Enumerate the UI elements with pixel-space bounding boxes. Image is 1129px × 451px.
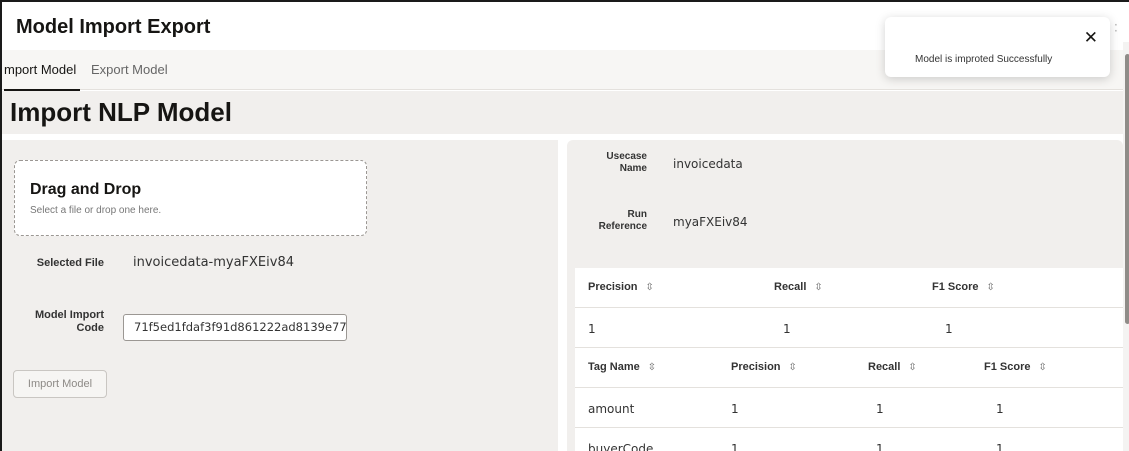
section-title: Import NLP Model [10, 97, 232, 127]
column-header-label: Precision [731, 361, 781, 373]
run-label-line2: Reference [598, 221, 647, 232]
table-header-row: Tag Name ⇳ Precision ⇳ Recall ⇳ F1 Score ⇳ [575, 348, 1123, 388]
selected-file-label: Selected File [36, 257, 104, 269]
table-header-row: Precision ⇳ Recall ⇳ F1 Score ⇳ [575, 268, 1123, 308]
column-header-tag-name: Tag Name ⇳ [588, 361, 656, 373]
sort-icon[interactable]: ⇳ [646, 282, 654, 293]
sort-icon[interactable]: ⇳ [986, 282, 994, 293]
usecase-name-label: Usecase Name [587, 151, 647, 175]
model-import-code-input[interactable]: 71f5ed1fdaf3f91d861222ad8139e7707 [123, 314, 347, 341]
code-label-line1: Model Import [34, 309, 104, 321]
table-cell: 1 [588, 322, 596, 336]
sort-icon[interactable]: ⇳ [1038, 362, 1046, 373]
table-cell: 1 [876, 442, 884, 451]
success-toast: ✕ Model is improted Successfully [885, 17, 1110, 77]
sort-icon[interactable]: ⇳ [789, 362, 797, 373]
app-frame: Model Import Export mport Model Export M… [0, 0, 1129, 451]
table-cell: amount [588, 402, 635, 416]
code-label-line2: Code [76, 322, 105, 334]
column-header-f1-score: F1 Score ⇳ [984, 361, 1047, 373]
column-header-label: F1 Score [984, 361, 1031, 373]
table-row: 1 1 1 [575, 308, 1123, 348]
page-title: Model Import Export [16, 16, 211, 38]
column-header-precision: Precision ⇳ [731, 361, 797, 373]
table-cell: 1 [996, 442, 1004, 451]
close-icon[interactable]: ✕ [1084, 28, 1098, 48]
table-cell: 1 [945, 322, 953, 336]
sort-icon[interactable]: ⇳ [814, 282, 822, 293]
selected-file-value: invoicedata-myaFXEiv84 [133, 255, 294, 270]
tab-export-model[interactable]: Export Model [91, 62, 168, 77]
dropzone-title: Drag and Drop [30, 181, 142, 198]
dropzone-subtitle: Select a file or drop one here. [30, 205, 162, 216]
sort-icon[interactable]: ⇳ [648, 362, 656, 373]
column-header-recall: Recall ⇳ [774, 281, 823, 293]
section-header: Import NLP Model [2, 91, 1129, 134]
model-import-code-label: Model Import Code [22, 309, 104, 335]
run-reference-value: myaFXEiv84 [673, 215, 748, 229]
sort-icon[interactable]: ⇳ [908, 362, 916, 373]
column-header-label: Tag Name [588, 361, 640, 373]
run-reference-label: Run Reference [587, 209, 647, 233]
column-header-label: Recall [774, 281, 807, 293]
usecase-label-line2: Name [619, 163, 647, 174]
import-form-panel: Drag and Drop Select a file or drop one … [2, 140, 558, 451]
table-row: amount 1 1 1 [575, 388, 1123, 428]
import-model-button[interactable]: Import Model [13, 370, 107, 398]
table-cell: 1 [731, 442, 739, 451]
column-header-precision: Precision ⇳ [588, 281, 654, 293]
run-label-line1: Run [627, 209, 647, 220]
table-cell: 1 [876, 402, 884, 416]
table-row: buyerCode 1 1 1 [575, 428, 1123, 451]
more-options-icon[interactable]: · · [1114, 19, 1118, 37]
usecase-name-value: invoicedata [673, 157, 743, 171]
usecase-label-line1: Usecase [606, 151, 647, 162]
tab-import-model[interactable]: mport Model [4, 62, 81, 91]
model-details-panel: Usecase Name invoicedata Run Reference m… [567, 140, 1123, 451]
toast-message: Model is improted Successfully [915, 54, 1053, 65]
file-dropzone[interactable]: Drag and Drop Select a file or drop one … [14, 160, 367, 236]
column-header-f1-score: F1 Score ⇳ [932, 281, 995, 293]
table-cell: 1 [996, 402, 1004, 416]
column-header-label: Precision [588, 281, 638, 293]
table-cell: buyerCode [588, 442, 654, 451]
vertical-scrollbar-thumb[interactable] [1125, 54, 1129, 324]
column-header-label: F1 Score [932, 281, 979, 293]
column-header-recall: Recall ⇳ [868, 361, 917, 373]
column-header-label: Recall [868, 361, 901, 373]
overall-metrics-table: Precision ⇳ Recall ⇳ F1 Score ⇳ 1 1 1 Tag N… [575, 268, 1123, 451]
table-cell: 1 [731, 402, 739, 416]
table-cell: 1 [783, 322, 791, 336]
